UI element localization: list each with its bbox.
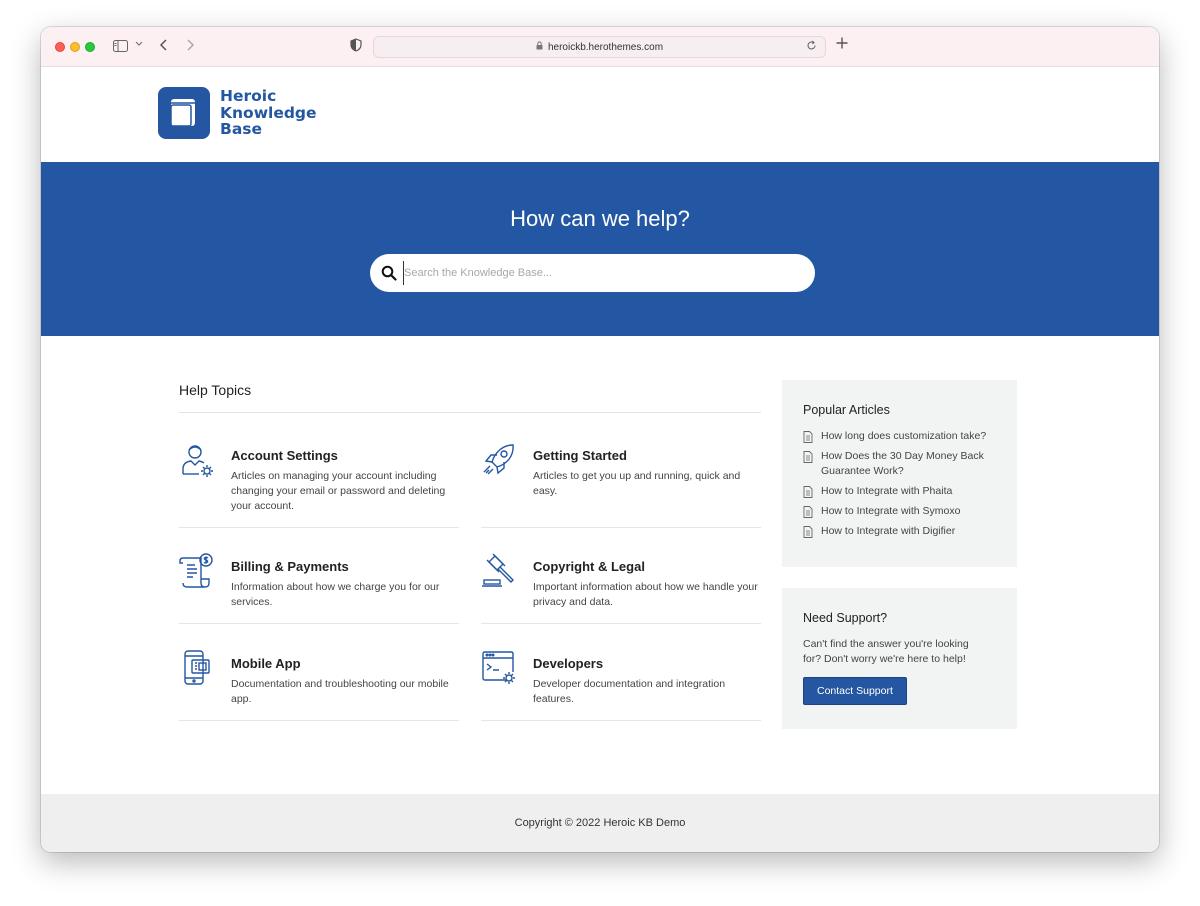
divider [481, 720, 761, 721]
logo-line-1: Heroic [220, 87, 277, 106]
site-logo[interactable]: Heroic Knowledge Base [158, 87, 317, 139]
support-heading: Need Support? [803, 611, 888, 625]
divider [481, 527, 761, 528]
document-icon [803, 526, 813, 538]
list-item[interactable]: How long does customization take? [803, 429, 997, 444]
list-item[interactable]: How Does the 30 Day Money Back Guarantee… [803, 449, 997, 479]
topic-title[interactable]: Getting Started [533, 448, 627, 463]
topic-title[interactable]: Account Settings [231, 448, 338, 463]
topic-description: Articles on managing your account includ… [231, 470, 446, 512]
document-icon [803, 451, 813, 463]
list-item[interactable]: How to Integrate with Symoxo [803, 504, 997, 519]
article-link[interactable]: How long does customization take? [821, 429, 986, 444]
developer-window-icon [481, 650, 517, 686]
site-header: Heroic Knowledge Base [41, 67, 1159, 162]
topic-description: Developer documentation and integration … [533, 678, 726, 705]
article-link[interactable]: How Does the 30 Day Money Back Guarantee… [821, 449, 997, 479]
list-item[interactable]: How to Integrate with Phaita [803, 484, 997, 499]
back-arrow-icon[interactable] [159, 37, 169, 57]
main-content: Help Topics Account Settings Articles on… [41, 336, 1159, 794]
logo-line-3: Base [220, 120, 263, 139]
search-input[interactable] [403, 261, 783, 285]
forward-arrow-icon[interactable] [185, 37, 195, 57]
divider [481, 623, 761, 624]
zoom-window-button[interactable] [85, 42, 95, 52]
chevron-down-icon[interactable] [135, 37, 143, 57]
address-bar[interactable]: heroickb.herothemes.com [373, 36, 826, 58]
topic-title[interactable]: Developers [533, 656, 603, 671]
sidebar-toggle-icon[interactable] [113, 37, 128, 57]
topic-description: Important information about how we handl… [533, 581, 758, 608]
logo-wordmark: Heroic Knowledge Base [220, 88, 317, 138]
close-window-button[interactable] [55, 42, 65, 52]
topic-title[interactable]: Mobile App [231, 656, 301, 671]
new-tab-icon[interactable] [836, 35, 848, 55]
user-gear-icon [179, 442, 215, 478]
divider [179, 412, 761, 413]
logo-line-2: Knowledge [220, 103, 317, 122]
browser-toolbar: heroickb.herothemes.com [41, 27, 1159, 67]
minimize-window-button[interactable] [70, 42, 80, 52]
document-icon [803, 431, 813, 443]
support-text: Can't find the answer you're looking for… [803, 638, 969, 665]
search-icon [381, 265, 397, 281]
hero-heading: How can we help? [510, 206, 690, 231]
document-icon [803, 486, 813, 498]
site-footer: Copyright © 2022 Heroic KB Demo [41, 794, 1159, 852]
list-item[interactable]: How to Integrate with Digifier [803, 524, 997, 539]
web-page: Heroic Knowledge Base How can we help? H… [41, 67, 1159, 852]
url-text: heroickb.herothemes.com [547, 41, 664, 53]
help-topics-heading: Help Topics [179, 382, 252, 398]
billing-scroll-icon [179, 553, 215, 589]
reload-icon[interactable] [806, 40, 817, 54]
topic-title[interactable]: Copyright & Legal [533, 559, 645, 574]
mobile-app-icon [179, 650, 215, 686]
contact-support-button[interactable]: Contact Support [803, 677, 907, 705]
topic-description: Information about how we charge you for … [231, 581, 440, 608]
privacy-shield-icon[interactable] [350, 37, 362, 57]
hero-banner: How can we help? [41, 162, 1159, 336]
browser-window: heroickb.herothemes.com Heroic Knowledge… [41, 27, 1159, 852]
document-icon [803, 506, 813, 518]
article-link[interactable]: How to Integrate with Digifier [821, 524, 955, 539]
book-logo-icon [158, 87, 210, 139]
popular-articles-heading: Popular Articles [803, 403, 890, 417]
support-widget: Need Support? Can't find the answer you'… [782, 588, 1017, 729]
popular-articles-widget: Popular Articles How long does customiza… [782, 380, 1017, 567]
copyright-text: Copyright © 2022 Heroic KB Demo [514, 817, 686, 829]
search-box[interactable] [370, 254, 815, 292]
article-link[interactable]: How to Integrate with Phaita [821, 484, 952, 499]
topic-description: Documentation and troubleshooting our mo… [231, 678, 449, 705]
rocket-icon [481, 442, 517, 478]
lock-icon [536, 41, 543, 53]
topic-description: Articles to get you up and running, quic… [533, 470, 741, 497]
divider [179, 623, 459, 624]
gavel-icon [481, 553, 517, 589]
divider [179, 527, 459, 528]
divider [179, 720, 459, 721]
article-link[interactable]: How to Integrate with Symoxo [821, 504, 960, 519]
popular-articles-list: How long does customization take? How Do… [803, 429, 997, 539]
topic-title[interactable]: Billing & Payments [231, 559, 349, 574]
